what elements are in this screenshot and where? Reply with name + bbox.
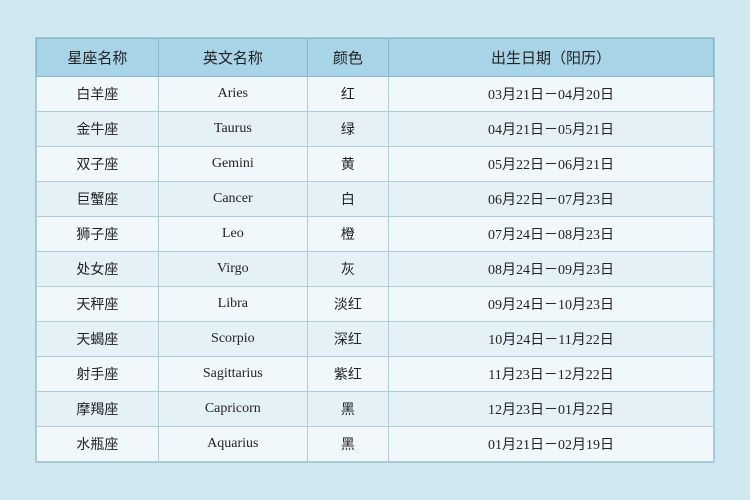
- header-cn-name: 星座名称: [37, 39, 159, 77]
- cell-color: 淡红: [307, 287, 388, 322]
- header-date-range: 出生日期（阳历）: [389, 39, 714, 77]
- zodiac-table: 星座名称 英文名称 颜色 出生日期（阳历） 白羊座Aries红03月21日－04…: [36, 38, 714, 462]
- cell-date-range: 08月24日－09月23日: [389, 252, 714, 287]
- cell-color: 白: [307, 182, 388, 217]
- cell-cn-name: 天蝎座: [37, 322, 159, 357]
- cell-cn-name: 巨蟹座: [37, 182, 159, 217]
- cell-en-name: Leo: [158, 217, 307, 252]
- cell-color: 黑: [307, 392, 388, 427]
- cell-cn-name: 处女座: [37, 252, 159, 287]
- header-en-name: 英文名称: [158, 39, 307, 77]
- cell-en-name: Taurus: [158, 112, 307, 147]
- cell-cn-name: 狮子座: [37, 217, 159, 252]
- table-row: 金牛座Taurus绿04月21日－05月21日: [37, 112, 714, 147]
- table-row: 天秤座Libra淡红09月24日－10月23日: [37, 287, 714, 322]
- cell-cn-name: 金牛座: [37, 112, 159, 147]
- cell-en-name: Gemini: [158, 147, 307, 182]
- cell-cn-name: 水瓶座: [37, 427, 159, 462]
- cell-color: 绿: [307, 112, 388, 147]
- cell-en-name: Sagittarius: [158, 357, 307, 392]
- cell-date-range: 12月23日－01月22日: [389, 392, 714, 427]
- table-row: 水瓶座Aquarius黑01月21日－02月19日: [37, 427, 714, 462]
- cell-date-range: 01月21日－02月19日: [389, 427, 714, 462]
- cell-date-range: 04月21日－05月21日: [389, 112, 714, 147]
- cell-color: 灰: [307, 252, 388, 287]
- table-row: 摩羯座Capricorn黑12月23日－01月22日: [37, 392, 714, 427]
- cell-cn-name: 双子座: [37, 147, 159, 182]
- table-row: 狮子座Leo橙07月24日－08月23日: [37, 217, 714, 252]
- cell-en-name: Cancer: [158, 182, 307, 217]
- cell-color: 深红: [307, 322, 388, 357]
- table-row: 处女座Virgo灰08月24日－09月23日: [37, 252, 714, 287]
- table-row: 巨蟹座Cancer白06月22日－07月23日: [37, 182, 714, 217]
- cell-cn-name: 天秤座: [37, 287, 159, 322]
- cell-cn-name: 射手座: [37, 357, 159, 392]
- table-row: 白羊座Aries红03月21日－04月20日: [37, 77, 714, 112]
- cell-date-range: 06月22日－07月23日: [389, 182, 714, 217]
- cell-date-range: 09月24日－10月23日: [389, 287, 714, 322]
- cell-en-name: Virgo: [158, 252, 307, 287]
- cell-date-range: 05月22日－06月21日: [389, 147, 714, 182]
- cell-cn-name: 摩羯座: [37, 392, 159, 427]
- cell-en-name: Libra: [158, 287, 307, 322]
- header-color: 颜色: [307, 39, 388, 77]
- table-header-row: 星座名称 英文名称 颜色 出生日期（阳历）: [37, 39, 714, 77]
- cell-color: 橙: [307, 217, 388, 252]
- cell-cn-name: 白羊座: [37, 77, 159, 112]
- cell-date-range: 07月24日－08月23日: [389, 217, 714, 252]
- cell-color: 黑: [307, 427, 388, 462]
- cell-color: 黄: [307, 147, 388, 182]
- cell-date-range: 03月21日－04月20日: [389, 77, 714, 112]
- table-row: 双子座Gemini黄05月22日－06月21日: [37, 147, 714, 182]
- cell-color: 紫红: [307, 357, 388, 392]
- cell-en-name: Capricorn: [158, 392, 307, 427]
- table-row: 天蝎座Scorpio深红10月24日－11月22日: [37, 322, 714, 357]
- cell-en-name: Scorpio: [158, 322, 307, 357]
- cell-en-name: Aries: [158, 77, 307, 112]
- cell-date-range: 11月23日－12月22日: [389, 357, 714, 392]
- cell-color: 红: [307, 77, 388, 112]
- zodiac-table-container: 星座名称 英文名称 颜色 出生日期（阳历） 白羊座Aries红03月21日－04…: [35, 37, 715, 463]
- table-row: 射手座Sagittarius紫红11月23日－12月22日: [37, 357, 714, 392]
- cell-date-range: 10月24日－11月22日: [389, 322, 714, 357]
- cell-en-name: Aquarius: [158, 427, 307, 462]
